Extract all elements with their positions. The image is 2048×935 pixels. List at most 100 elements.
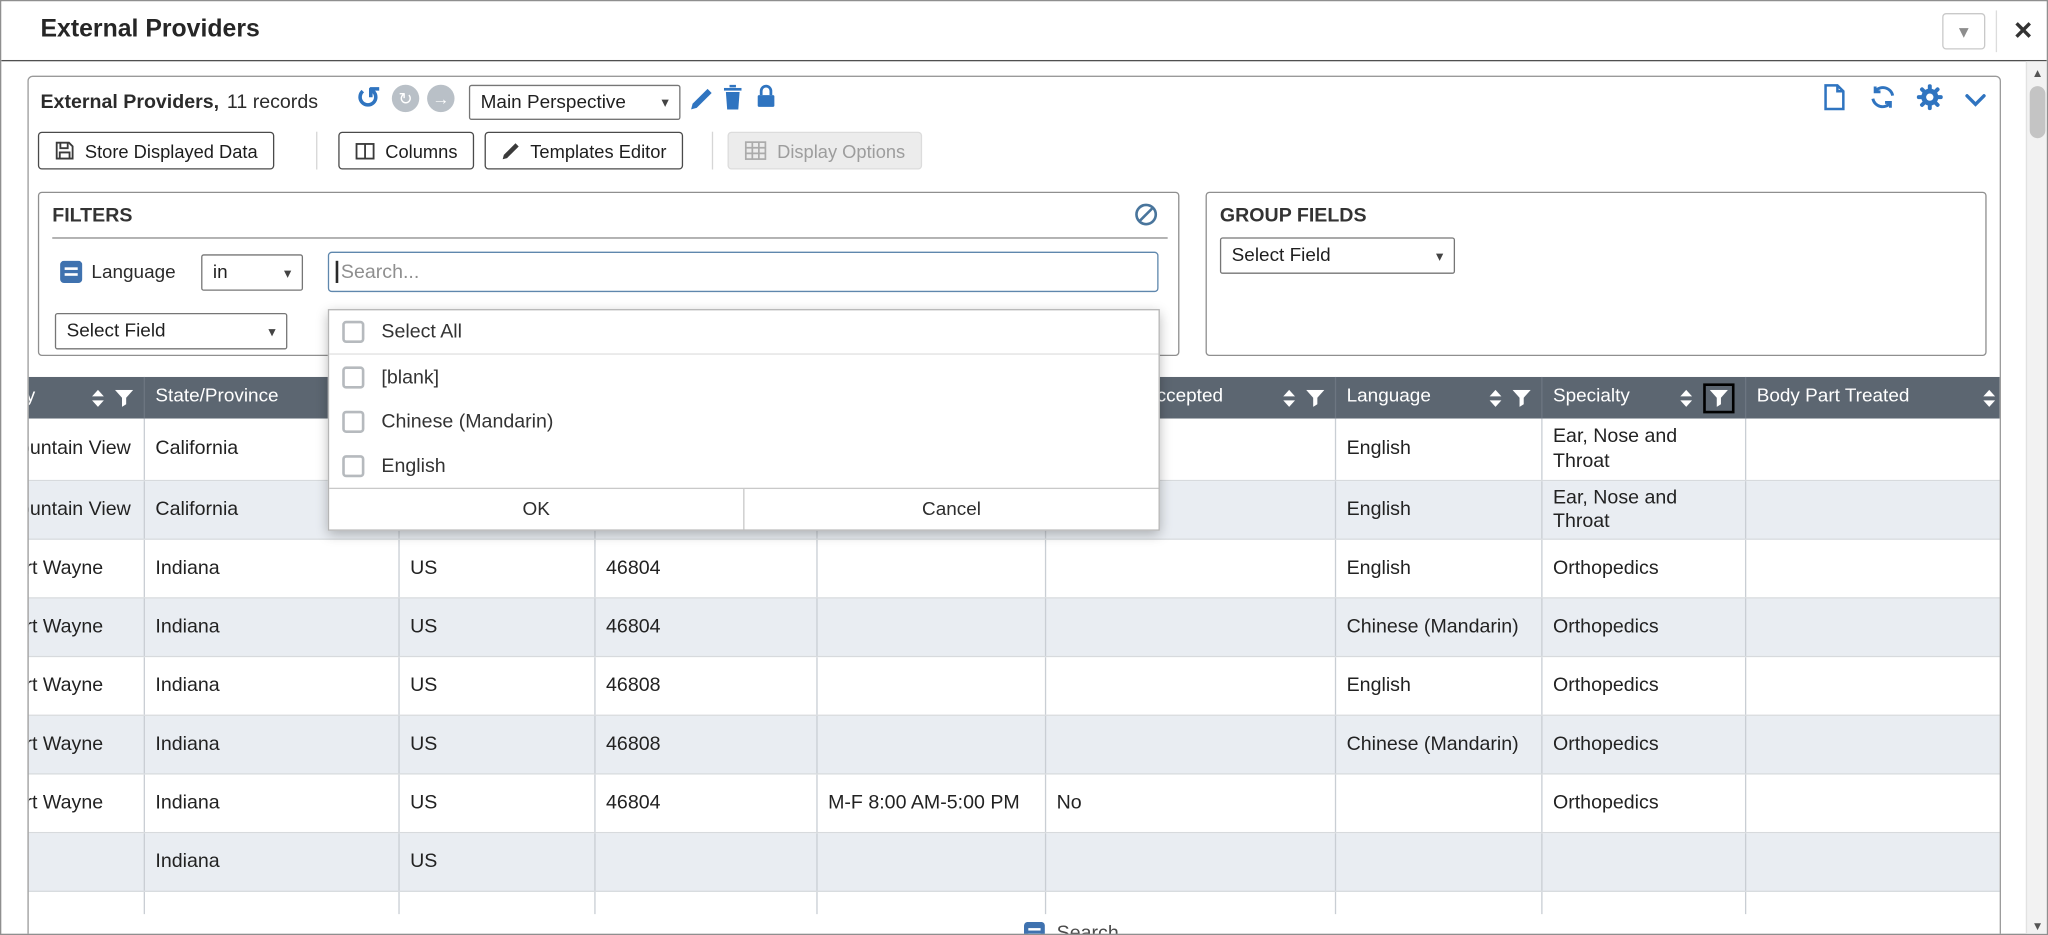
sort-icon[interactable]: [1981, 388, 1997, 408]
partial-search[interactable]: Search: [1024, 915, 1119, 935]
toolbar-divider: [712, 132, 713, 170]
forward-button[interactable]: →: [427, 85, 454, 112]
header-icons: [1281, 388, 1324, 408]
filter-option[interactable]: [blank]: [329, 355, 1158, 399]
lock-button[interactable]: [755, 83, 777, 114]
table-row[interactable]: Fort WayneIndianaUS46804EnglishOrthopedi…: [29, 540, 2000, 599]
chevron-down-icon: ▾: [284, 264, 291, 281]
columns-icon: [355, 141, 375, 159]
table-cell: [1046, 833, 1336, 890]
checkbox-icon[interactable]: [342, 410, 364, 432]
filter-icon[interactable]: [1306, 389, 1324, 406]
header-cell[interactable]: Body Part Treated: [1746, 377, 1999, 419]
templates-editor-button[interactable]: Templates Editor: [485, 132, 684, 170]
close-button[interactable]: ×: [2004, 12, 2043, 51]
filter-icon[interactable]: [115, 389, 133, 406]
checkbox-icon[interactable]: [342, 454, 364, 476]
settings-button[interactable]: [1916, 83, 1943, 117]
filters-heading: FILTERS: [52, 205, 132, 227]
table-row[interactable]: Fort WayneIndianaUS46804M-F 8:00 AM-5:00…: [29, 775, 2000, 834]
sort-icon[interactable]: [1678, 388, 1694, 408]
ok-button[interactable]: OK: [329, 489, 743, 529]
table-cell: Indiana: [145, 775, 400, 832]
scroll-down-button[interactable]: ▼: [2027, 914, 2048, 935]
header-cell[interactable]: Language: [1336, 377, 1542, 419]
table-row[interactable]: IndianaUS: [29, 833, 2000, 892]
filter-icon[interactable]: [1512, 389, 1530, 406]
grid-icon: [744, 141, 766, 161]
table-cell: US: [400, 599, 596, 656]
records-summary: External Providers, 11 records: [40, 91, 318, 113]
vertical-scrollbar[interactable]: ▲ ▼: [2026, 61, 2048, 935]
perspective-select[interactable]: Main Perspective ▾: [469, 85, 681, 120]
group-field-select[interactable]: Select Field ▾: [1220, 237, 1455, 274]
filter-icon[interactable]: [1703, 383, 1734, 413]
records-count: 11 records: [227, 91, 318, 113]
clear-filters-button[interactable]: [1134, 202, 1159, 233]
table-row[interactable]: Fort WayneIndianaUS46804Chinese (Mandari…: [29, 599, 2000, 658]
list-icon: [60, 261, 82, 283]
table-cell: [1543, 833, 1747, 890]
records-title: External Providers,: [40, 91, 219, 113]
table-cell: Ear, Nose and Throat: [1543, 481, 1747, 538]
cancel-button[interactable]: Cancel: [743, 489, 1158, 529]
table-cell: Chinese (Mandarin): [1336, 716, 1542, 773]
chevron-down-icon: [1964, 93, 1986, 109]
table-cell: Indiana: [145, 833, 400, 890]
table-cell: [1746, 775, 1999, 832]
table-cell: Orthopedics: [1543, 599, 1747, 656]
refresh-button[interactable]: [1869, 85, 1896, 116]
store-displayed-data-button[interactable]: Store Displayed Data: [38, 132, 275, 170]
table-cell: [1046, 892, 1336, 914]
button-label: Display Options: [777, 140, 905, 161]
perspective-select-value: Main Perspective: [481, 92, 626, 113]
undo-icon: ↺: [356, 80, 381, 115]
filter-row-handle[interactable]: [60, 261, 82, 290]
filter-search-input[interactable]: [328, 252, 1159, 292]
table-cell: [818, 599, 1047, 656]
table-cell: [596, 892, 818, 914]
add-filter-field-select[interactable]: Select Field ▾: [55, 313, 287, 350]
table-cell: [1746, 833, 1999, 890]
table-cell: Indiana: [145, 540, 400, 597]
filter-option[interactable]: Chinese (Mandarin): [329, 399, 1158, 443]
table-row[interactable]: [29, 892, 2000, 914]
filter-operator-select[interactable]: in ▾: [201, 254, 303, 291]
circle-slash-icon: [1134, 202, 1159, 227]
filter-value-popup: Select All[blank]Chinese (Mandarin)Engli…: [328, 309, 1160, 531]
filter-option[interactable]: Select All: [329, 310, 1158, 354]
header-cell[interactable]: Specialty: [1543, 377, 1747, 419]
select-field-value: Select Field: [67, 321, 166, 342]
filter-option[interactable]: English: [329, 443, 1158, 487]
table-cell: Orthopedics: [1543, 657, 1747, 714]
header-cell[interactable]: City: [29, 377, 145, 419]
table-cell: Indiana: [145, 716, 400, 773]
table-row[interactable]: Fort WayneIndianaUS46808EnglishOrthopedi…: [29, 657, 2000, 716]
edit-perspective-button[interactable]: [690, 87, 714, 117]
checkbox-icon[interactable]: [342, 321, 364, 343]
sort-icon[interactable]: [1488, 388, 1504, 408]
scroll-up-button[interactable]: ▲: [2027, 61, 2048, 83]
scroll-thumb[interactable]: [2030, 86, 2046, 138]
undo-button[interactable]: ↺: [351, 81, 385, 115]
checkbox-icon[interactable]: [342, 366, 364, 388]
table-cell: Ear, Nose and Throat: [1543, 419, 1747, 480]
heading-rule: [52, 237, 1167, 238]
toolbar-divider: [316, 132, 317, 170]
collapse-toolbar-button[interactable]: [1964, 91, 1986, 114]
table-cell: Orthopedics: [1543, 540, 1747, 597]
table-cell: No: [1046, 775, 1336, 832]
window-menu-button[interactable]: ▾: [1942, 13, 1985, 50]
table-cell: Fort Wayne: [29, 716, 145, 773]
sort-icon[interactable]: [90, 388, 106, 408]
filter-popup-options: Select All[blank]Chinese (Mandarin)Engli…: [329, 310, 1158, 487]
table-cell: [818, 540, 1047, 597]
table-cell: [1336, 833, 1542, 890]
table-row[interactable]: Fort WayneIndianaUS46808Chinese (Mandari…: [29, 716, 2000, 775]
delete-perspective-button[interactable]: [722, 85, 743, 116]
redo-button[interactable]: ↻: [392, 85, 419, 112]
table-cell: [29, 892, 145, 914]
columns-button[interactable]: Columns: [338, 132, 474, 170]
new-document-button[interactable]: [1823, 83, 1845, 117]
sort-icon[interactable]: [1281, 388, 1297, 408]
